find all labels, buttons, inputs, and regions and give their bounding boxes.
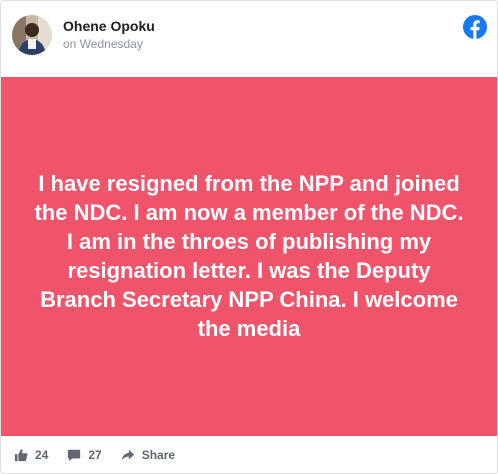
avatar[interactable] bbox=[12, 15, 52, 55]
like-button[interactable]: 24 bbox=[14, 448, 48, 462]
post-body: I have resigned from the NPP and joined … bbox=[1, 77, 497, 436]
comment-button[interactable]: 27 bbox=[67, 447, 102, 462]
thumbs-up-icon bbox=[14, 448, 28, 462]
facebook-post-embed: Ohene Opoku on Wednesday I have resigned… bbox=[0, 0, 498, 474]
comment-icon bbox=[67, 448, 81, 462]
share-button[interactable]: Share bbox=[121, 448, 175, 462]
post-text: I have resigned from the NPP and joined … bbox=[34, 170, 464, 341]
facebook-icon[interactable] bbox=[463, 15, 487, 39]
share-arrow-icon bbox=[121, 448, 135, 462]
post-timestamp[interactable]: on Wednesday bbox=[63, 37, 143, 51]
comment-count: 27 bbox=[88, 447, 102, 462]
post-header: Ohene Opoku on Wednesday bbox=[1, 1, 497, 77]
author-name[interactable]: Ohene Opoku bbox=[63, 18, 155, 34]
share-label: Share bbox=[141, 447, 176, 462]
like-count: 24 bbox=[35, 447, 49, 462]
post-footer: 24 27 Share bbox=[1, 436, 497, 473]
